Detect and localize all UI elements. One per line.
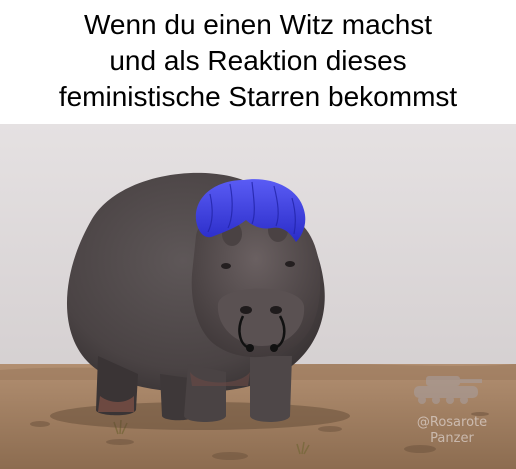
- caption-line-1: Wenn du einen Witz machst: [83, 9, 433, 40]
- meme-caption: Wenn du einen Witz machst und als Reakti…: [0, 0, 516, 122]
- hippo-eye-right: [285, 261, 295, 267]
- caption-line-3: feministische Starren bekommst: [58, 81, 458, 112]
- hippo-leg-front-right: [250, 356, 292, 422]
- meme-photo: @Rosarote Panzer: [0, 124, 516, 469]
- watermark-line-1: @Rosarote: [417, 415, 487, 430]
- hippo-nostril-right: [270, 306, 282, 314]
- hippo-eye-left: [221, 263, 231, 269]
- caption-line-2: und als Reaktion dieses: [109, 45, 407, 76]
- hippo-nostril-left: [240, 306, 252, 314]
- watermark-line-2: Panzer: [430, 431, 474, 446]
